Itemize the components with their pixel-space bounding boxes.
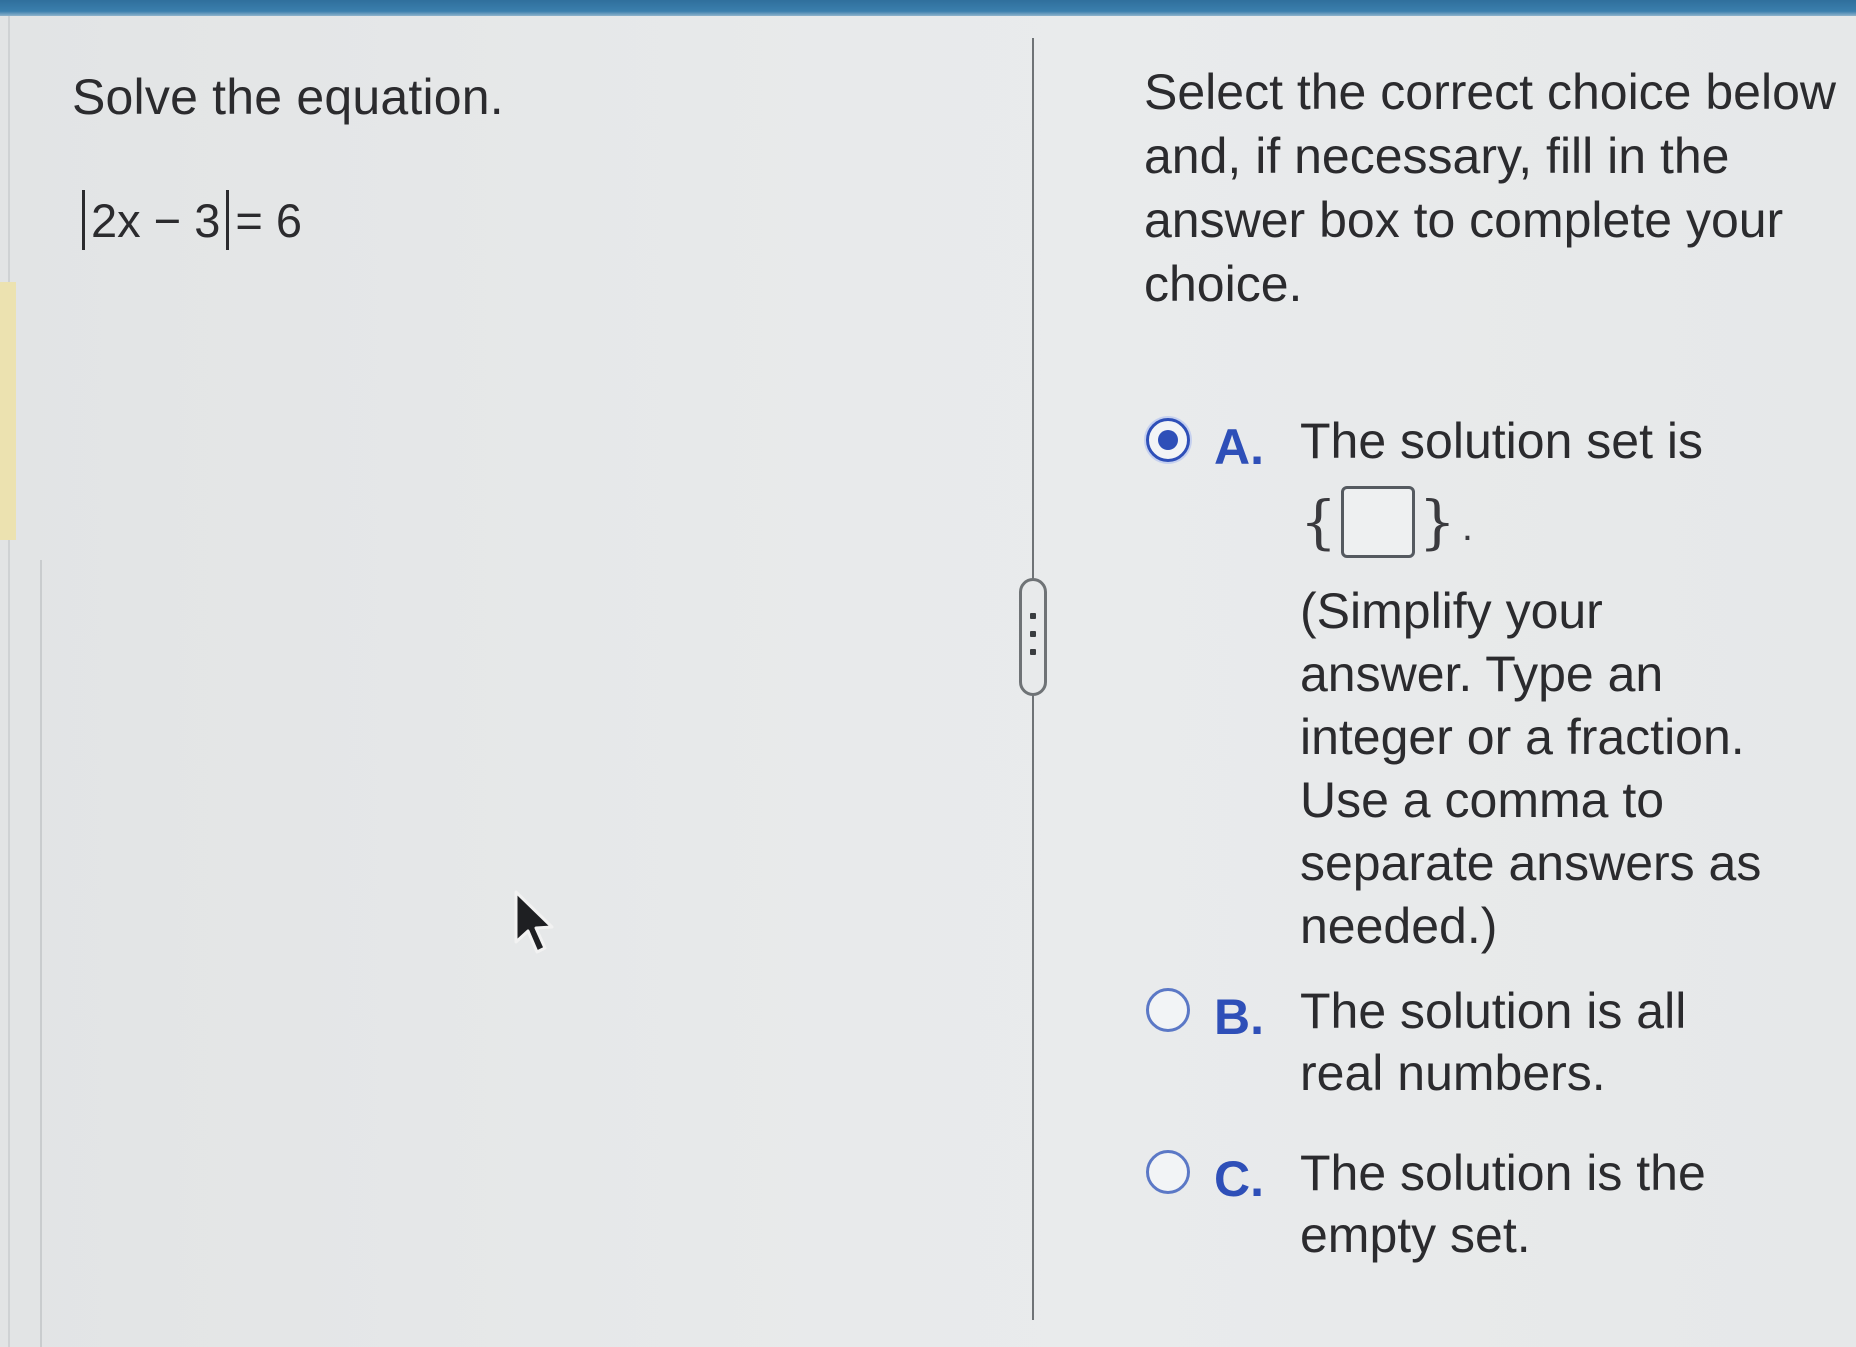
choice-b-text: The solution is all real numbers. (1300, 983, 1687, 1101)
choice-c-text: The solution is the empty set. (1300, 1145, 1706, 1263)
absolute-value-bar-right (226, 190, 230, 250)
left-inner-border (40, 560, 42, 1347)
handle-dot (1030, 613, 1036, 619)
absolute-value-bar-left (82, 190, 85, 250)
left-border (8, 16, 10, 1347)
choice-letter: B. (1214, 989, 1264, 1045)
top-bar (0, 0, 1856, 16)
mouse-pointer-icon (514, 890, 554, 954)
question-title: Solve the equation. (72, 69, 504, 125)
choice-a[interactable]: A. The solution set is { } . (Simplify y… (1146, 413, 1770, 958)
choice-letter: C. (1214, 1151, 1264, 1207)
open-brace: { (1300, 488, 1337, 556)
equation: 2x − 3 = 6 (76, 190, 302, 250)
page: Solve the equation. 2x − 3 = 6 Select th… (0, 0, 1856, 1347)
period: . (1461, 505, 1473, 549)
left-accent-strip (0, 282, 16, 540)
radio-empty-icon[interactable] (1146, 988, 1190, 1032)
radio-selected-icon[interactable] (1146, 418, 1190, 462)
choice-a-content: The solution set is { } . (Simplify your… (1300, 410, 1770, 958)
drag-handle-icon[interactable] (1019, 578, 1047, 696)
handle-dot (1030, 649, 1036, 655)
answer-set: { } . (1300, 472, 1770, 572)
equation-rhs: = 6 (235, 193, 302, 247)
choice-b[interactable]: B. The solution is all real numbers. (1146, 983, 1720, 1104)
choice-c[interactable]: C. The solution is the empty set. (1146, 1145, 1730, 1266)
equation-inner: 2x − 3 (91, 193, 221, 247)
choice-a-text: The solution set is (1300, 413, 1703, 469)
answer-input-box[interactable] (1340, 486, 1415, 558)
instructions: Select the correct choice below and, if … (1144, 64, 1837, 312)
close-brace: } (1418, 488, 1456, 556)
radio-empty-icon[interactable] (1146, 1150, 1190, 1194)
choice-letter: A. (1214, 419, 1264, 475)
answer-hint: (Simplify your answer. Type an integer o… (1300, 583, 1762, 954)
handle-dot (1030, 631, 1036, 637)
